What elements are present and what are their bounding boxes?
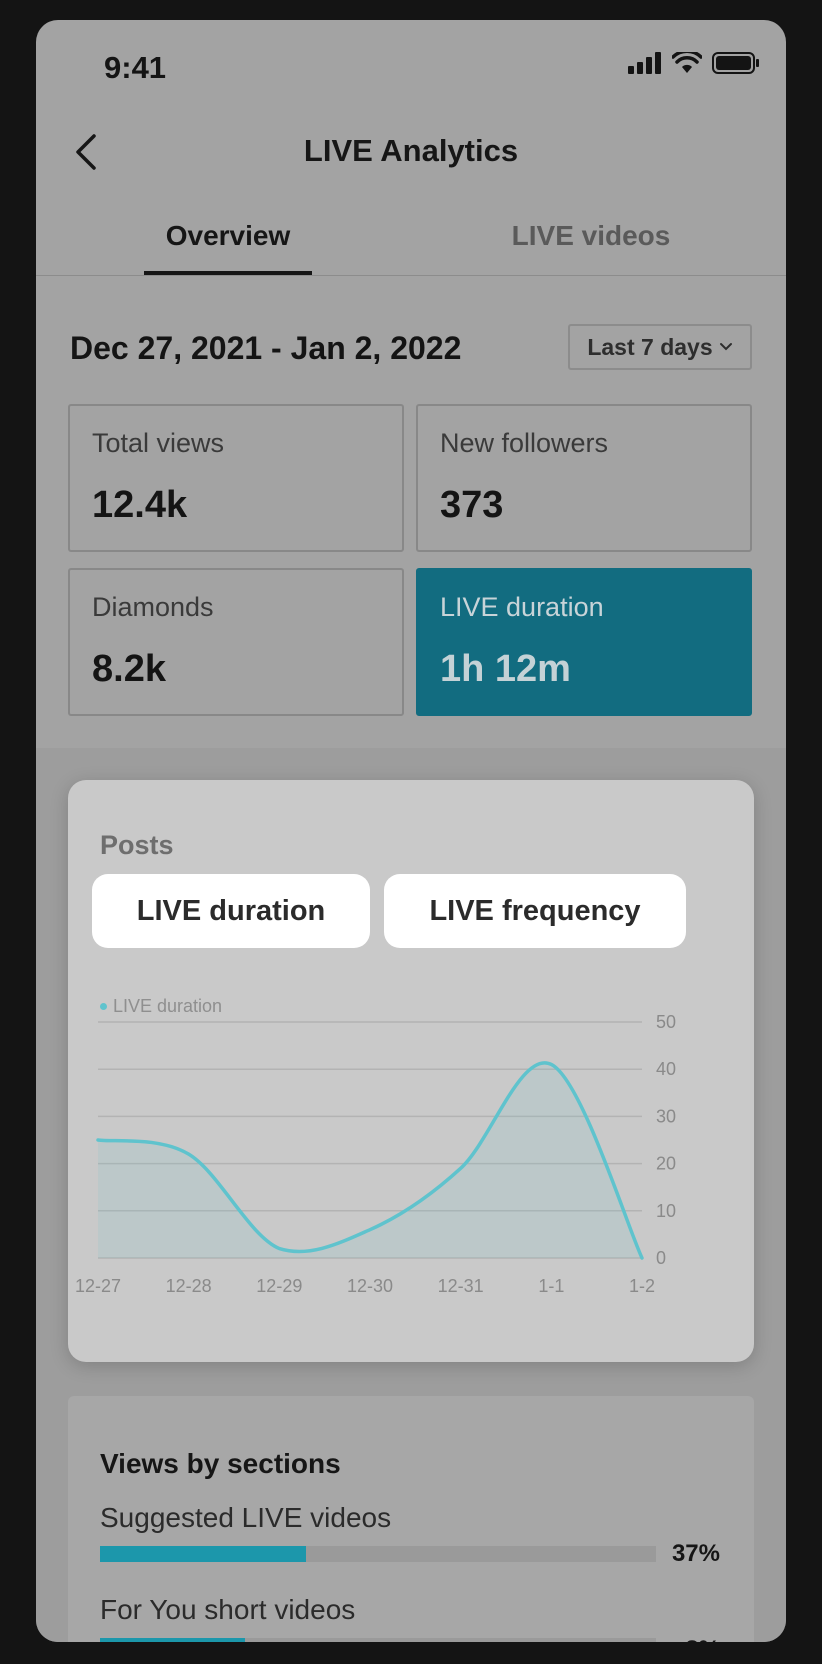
x-tick-label: 12-31 <box>438 1276 484 1296</box>
date-range-dropdown[interactable]: Last 7 days <box>568 324 752 370</box>
metric-value: 1h 12m <box>440 648 571 690</box>
x-tick-label: 12-27 <box>75 1276 121 1296</box>
section-progress-fill <box>100 1638 245 1642</box>
metric-card-total-views[interactable]: Total views 12.4k <box>68 404 404 552</box>
metric-card-diamonds[interactable]: Diamonds 8.2k <box>68 568 404 716</box>
section-row-label: For You short videos <box>100 1594 356 1625</box>
views-by-sections-card: Views by sections Suggested LIVE videos … <box>68 1396 754 1642</box>
signal-icon <box>628 52 661 74</box>
y-tick-label: 30 <box>656 1106 676 1126</box>
y-tick-label: 40 <box>656 1059 676 1079</box>
x-tick-label: 12-28 <box>166 1276 212 1296</box>
status-time: 9:41 <box>104 50 167 85</box>
page-title: LIVE Analytics <box>303 133 519 168</box>
y-tick-label: 10 <box>656 1201 676 1221</box>
y-tick-label: 20 <box>656 1154 676 1174</box>
y-tick-label: 50 <box>656 1012 676 1032</box>
section-percent: 37% <box>671 1540 720 1567</box>
metric-label: LIVE duration <box>440 592 604 622</box>
status-icons <box>628 52 760 74</box>
chevron-down-icon <box>719 343 732 351</box>
phone-screen: 9:41 LIVE Analytics Overview LIVE videos… <box>36 20 786 1642</box>
metric-value: 373 <box>440 484 504 526</box>
metric-label: New followers <box>440 428 609 458</box>
battery-icon <box>712 52 759 74</box>
section-progress-track <box>100 1546 656 1562</box>
section-percent: 8% <box>685 1636 720 1642</box>
metric-label: Diamonds <box>92 592 214 622</box>
x-tick-label: 1-2 <box>629 1276 655 1296</box>
metric-value: 8.2k <box>92 648 166 690</box>
metric-value: 12.4k <box>92 484 188 526</box>
section-progress-track <box>100 1638 656 1642</box>
x-tick-label: 12-29 <box>256 1276 302 1296</box>
date-range: Dec 27, 2021 - Jan 2, 2022 <box>70 330 462 366</box>
posts-chart-card: Posts LIVE duration LIVE frequency LIVE … <box>68 780 754 1362</box>
tabs-divider <box>36 275 786 276</box>
tab-overview[interactable]: Overview <box>144 220 312 252</box>
section-row-label: Suggested LIVE videos <box>100 1502 392 1533</box>
metric-card-live-duration[interactable]: LIVE duration 1h 12m <box>416 568 752 716</box>
tab-live-videos[interactable]: LIVE videos <box>506 220 676 252</box>
x-tick-label: 12-30 <box>347 1276 393 1296</box>
wifi-icon <box>672 52 702 73</box>
live-duration-chart: 50 40 30 20 10 0 12-27 12-28 12-29 12-30 12-31 1-1 1… <box>75 1012 676 1296</box>
x-tick-label: 1-1 <box>538 1276 564 1296</box>
metric-card-new-followers[interactable]: New followers 373 <box>416 404 752 552</box>
y-tick-label: 0 <box>656 1248 666 1268</box>
date-range-dropdown-label: Last 7 days <box>587 333 713 360</box>
views-by-sections-title: Views by sections <box>100 1448 341 1479</box>
metric-label: Total views <box>92 428 225 458</box>
section-progress-fill <box>100 1546 306 1562</box>
